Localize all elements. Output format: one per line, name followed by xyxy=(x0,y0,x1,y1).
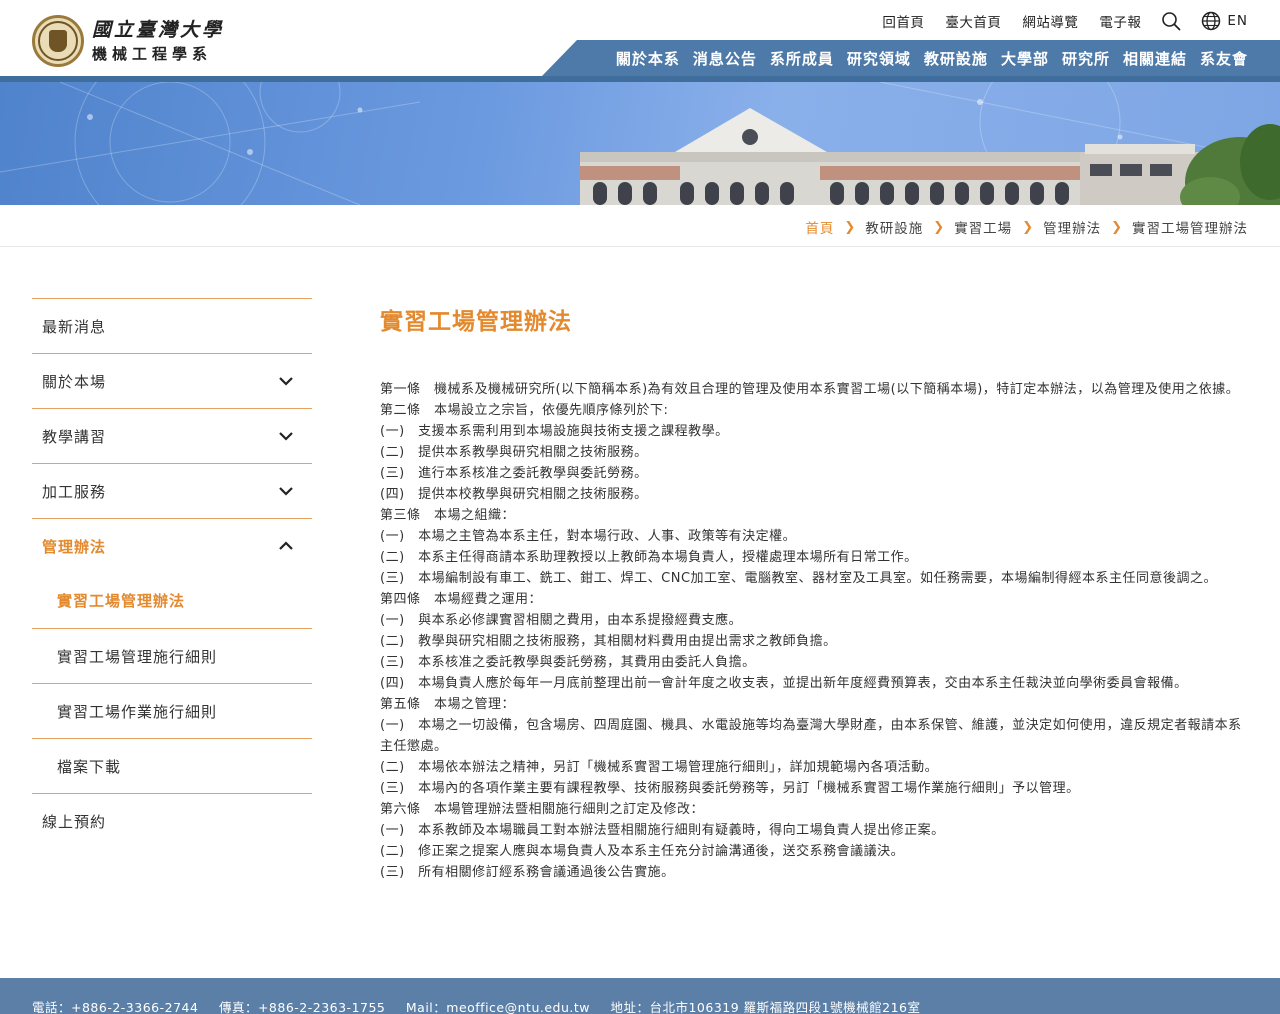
footer-email[interactable]: Mail：meoffice@ntu.edu.tw xyxy=(406,1000,590,1014)
chevron-right-icon: ❯ xyxy=(844,219,856,235)
logo-department-name: 機械工程學系 xyxy=(92,44,213,63)
sidebar-item-label: 教學講習 xyxy=(42,427,107,446)
article-paragraph: (三) 所有相關修訂經系務會議通過後公告實施。 xyxy=(380,865,675,880)
sidebar-subitem-management-details[interactable]: 實習工場管理施行細則 xyxy=(32,628,312,683)
sidebar-item-booking[interactable]: 線上預約 xyxy=(32,793,312,848)
chevron-down-icon xyxy=(276,481,296,501)
search-icon[interactable] xyxy=(1161,11,1181,31)
language-label: EN xyxy=(1227,13,1248,29)
article-paragraph: (四) 提供本校教學與研究相關之技術服務。 xyxy=(380,487,648,502)
article-paragraph: (一) 本場之主管為本系主任，對本場行政、人事、政策等有決定權。 xyxy=(380,529,797,544)
article-paragraph: (二) 本場依本辦法之精神，另訂「機械系實習工場管理施行細則」，詳加規範場內各項… xyxy=(380,760,939,775)
sidebar-subitem-downloads[interactable]: 檔案下載 xyxy=(32,738,312,793)
university-seal-icon xyxy=(32,15,84,67)
top-link-sitemap[interactable]: 網站導覽 xyxy=(1022,11,1078,31)
sidebar-subitem-label: 檔案下載 xyxy=(57,757,122,776)
main-nav: 關於本系 消息公告 系所成員 研究領域 教研設施 大學部 研究所 相關連結 系友… xyxy=(542,40,1280,76)
article-paragraph: 第四條 本場經費之運用： xyxy=(380,592,543,607)
breadcrumb-current: 實習工場管理辦法 xyxy=(1132,221,1248,237)
sidebar-item-regulations[interactable]: 管理辦法 xyxy=(32,518,312,573)
sidebar-subitem-management-rules[interactable]: 實習工場管理辦法 xyxy=(32,573,312,628)
top-link-newsletter[interactable]: 電子報 xyxy=(1099,11,1141,31)
article-paragraph: (一) 與本系必修課實習相關之費用，由本系提撥經費支應。 xyxy=(380,613,743,628)
site-header: 國立臺灣大學 機械工程學系 回首頁 臺大首頁 網站導覽 電子報 EN 關於本系 … xyxy=(0,0,1280,82)
nav-undergraduate[interactable]: 大學部 xyxy=(1001,48,1049,69)
article-paragraph: (三) 進行本系核准之委託教學與委託勞務。 xyxy=(380,466,648,481)
page-title: 實習工場管理辦法 xyxy=(380,309,572,335)
breadcrumb-facilities[interactable]: 教研設施 xyxy=(865,217,923,237)
article-paragraph: (三) 本場編制設有車工、銑工、鉗工、焊工、CNC加工室、電腦教室、器材室及工具… xyxy=(380,571,1218,586)
nav-facilities[interactable]: 教研設施 xyxy=(924,48,988,69)
article-paragraph: 第一條 機械系及機械研究所(以下簡稱本系)為有效且合理的管理及使用本系實習工場(… xyxy=(380,382,1240,397)
article-paragraph: (一) 本場之一切設備，包含場房、四周庭園、機具、水電設施等均為臺灣大學財產，由… xyxy=(380,718,1242,754)
sidebar-subitem-label: 實習工場管理施行細則 xyxy=(57,647,218,666)
article-paragraph: 第三條 本場之組織： xyxy=(380,508,516,523)
sidebar-item-label: 線上預約 xyxy=(42,812,107,831)
top-link-ntu-home[interactable]: 臺大首頁 xyxy=(945,11,1001,31)
article-paragraph: 第五條 本場之管理： xyxy=(380,697,516,712)
article-paragraph: (一) 支援本系需利用到本場設施與技術支援之課程教學。 xyxy=(380,424,729,439)
chevron-right-icon: ❯ xyxy=(1022,219,1034,235)
sidebar: 最新消息 關於本場 教學講習 加工服務 管理辦法 實習工場管理辦法 實習工場管理… xyxy=(32,298,312,848)
sidebar-item-machining[interactable]: 加工服務 xyxy=(32,463,312,518)
page-banner xyxy=(0,82,1280,205)
site-logo[interactable]: 國立臺灣大學 機械工程學系 xyxy=(32,15,224,67)
footer-contact: 電話：+886-2-3366-2744 傳真：+886-2-2363-1755 … xyxy=(32,997,936,1014)
logo-university-name: 國立臺灣大學 xyxy=(92,18,225,41)
sidebar-item-teaching[interactable]: 教學講習 xyxy=(32,408,312,463)
sidebar-item-label: 最新消息 xyxy=(42,317,107,336)
chevron-up-icon xyxy=(276,536,296,556)
chevron-right-icon: ❯ xyxy=(1111,219,1122,235)
sidebar-item-news[interactable]: 最新消息 xyxy=(32,298,312,353)
banner-building-image xyxy=(0,82,1280,205)
sidebar-subitem-label: 實習工場作業施行細則 xyxy=(57,702,218,721)
article-paragraph: 第六條 本場管理辦法暨相關施行細則之訂定及修改： xyxy=(380,802,705,817)
nav-news[interactable]: 消息公告 xyxy=(693,48,757,69)
site-footer: 電話：+886-2-3366-2744 傳真：+886-2-2363-1755 … xyxy=(0,978,1280,1014)
breadcrumb-home[interactable]: 首頁 xyxy=(805,217,834,237)
language-switch[interactable]: EN xyxy=(1201,11,1248,31)
nav-about[interactable]: 關於本系 xyxy=(616,48,680,69)
nav-links[interactable]: 相關連結 xyxy=(1123,48,1187,69)
footer-phone: 電話：+886-2-3366-2744 xyxy=(32,1000,199,1014)
article-paragraph: (二) 教學與研究相關之技術服務，其相關材料費用由提出需求之教師負擔。 xyxy=(380,634,837,649)
chevron-down-icon xyxy=(276,426,296,446)
article-body: 第一條 機械系及機械研究所(以下簡稱本系)為有效且合理的管理及使用本系實習工場(… xyxy=(380,379,1250,883)
article-paragraph: (二) 提供本系教學與研究相關之技術服務。 xyxy=(380,445,648,460)
footer-fax: 傳真：+886-2-2363-1755 xyxy=(218,1000,386,1014)
sidebar-item-label: 管理辦法 xyxy=(42,537,107,556)
article-paragraph: (三) 本場內的各項作業主要有課程教學、技術服務與委託勞務等，另訂「機械系實習工… xyxy=(380,781,1080,796)
top-link-home[interactable]: 回首頁 xyxy=(882,11,924,31)
breadcrumb: 首頁 ❯ 教研設施 ❯ 實習工場 ❯ 管理辦法 ❯ 實習工場管理辦法 xyxy=(805,217,1248,238)
article-paragraph: (三) 本系核准之委託教學與委託勞務，其費用由委託人負擔。 xyxy=(380,655,756,670)
sidebar-item-label: 關於本場 xyxy=(42,372,107,391)
chevron-down-icon xyxy=(276,371,296,391)
nav-alumni[interactable]: 系友會 xyxy=(1200,48,1248,69)
breadcrumb-workshop[interactable]: 實習工場 xyxy=(954,217,1012,237)
nav-members[interactable]: 系所成員 xyxy=(770,48,834,69)
article-paragraph: (二) 修正案之提案人應與本場負責人及本系主任充分討論溝通後，送交系務會議議決。 xyxy=(380,844,905,859)
footer-address: 地址：台北市106319 羅斯福路四段1號機械館216室 xyxy=(610,1000,921,1014)
article-paragraph: (一) 本系教師及本場職員工對本辦法暨相關施行細則有疑義時，得向工場負責人提出修… xyxy=(380,823,945,838)
breadcrumb-bar: 首頁 ❯ 教研設施 ❯ 實習工場 ❯ 管理辦法 ❯ 實習工場管理辦法 xyxy=(0,205,1280,247)
article-paragraph: (四) 本場負責人應於每年一月底前整理出前一會計年度之收支表，並提出新年度經費預… xyxy=(380,676,1188,691)
sidebar-item-label: 加工服務 xyxy=(42,482,107,501)
main-content: 實習工場管理辦法 第一條 機械系及機械研究所(以下簡稱本系)為有效且合理的管理及… xyxy=(380,302,1250,883)
globe-icon xyxy=(1202,11,1221,31)
article-paragraph: 第二條 本場設立之宗旨，依優先順序條列於下: xyxy=(380,403,669,418)
sidebar-subitem-label: 實習工場管理辦法 xyxy=(57,592,186,610)
article-paragraph: (二) 本系主任得商請本系助理教授以上教師為本場負責人，授權處理本場所有日常工作… xyxy=(380,550,918,565)
sidebar-submenu: 實習工場管理辦法 實習工場管理施行細則 實習工場作業施行細則 檔案下載 xyxy=(32,573,312,793)
top-links: 回首頁 臺大首頁 網站導覽 電子報 EN xyxy=(861,10,1248,32)
nav-research[interactable]: 研究領域 xyxy=(847,48,911,69)
sidebar-item-about[interactable]: 關於本場 xyxy=(32,353,312,408)
chevron-right-icon: ❯ xyxy=(933,219,945,235)
nav-graduate[interactable]: 研究所 xyxy=(1062,48,1110,69)
breadcrumb-regulations[interactable]: 管理辦法 xyxy=(1043,217,1101,237)
sidebar-subitem-operation-details[interactable]: 實習工場作業施行細則 xyxy=(32,683,312,738)
